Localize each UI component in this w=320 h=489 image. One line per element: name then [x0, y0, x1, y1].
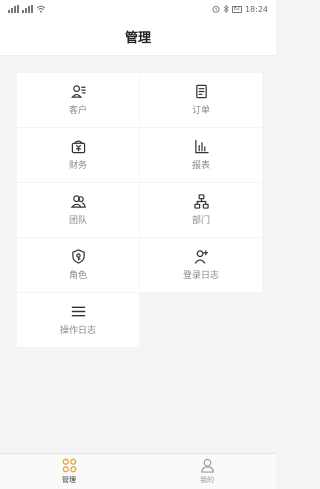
status-bar: 82 18:24 — [0, 0, 276, 18]
status-time: 18:24 — [244, 4, 268, 14]
menu-item-label: 操作日志 — [59, 326, 96, 336]
menu-item-label: 角色 — [68, 271, 87, 281]
role-icon — [71, 249, 85, 264]
menu-item-department[interactable]: 部门 — [140, 183, 262, 237]
menu-item-label: 报表 — [191, 161, 210, 171]
operation-log-icon — [71, 306, 85, 317]
signal-icon — [8, 5, 19, 13]
tab-label: 管理 — [62, 476, 76, 484]
grid-icon — [62, 458, 76, 473]
signal-icon — [22, 5, 33, 13]
main-content: 客户 订单 财务 报表 团队 部门 角色 登录日志 操作日志 — [0, 56, 276, 347]
finance-icon — [71, 140, 85, 154]
menu-item-login-log[interactable]: 登录日志 — [140, 238, 262, 292]
page-title: 管理 — [124, 31, 151, 46]
menu-item-finance[interactable]: 财务 — [17, 128, 139, 182]
menu-item-order[interactable]: 订单 — [140, 73, 262, 127]
menu-grid: 客户 订单 财务 报表 团队 部门 角色 登录日志 操作日志 — [17, 73, 262, 347]
tab-manage[interactable]: 管理 — [0, 454, 138, 489]
status-right: 82 18:24 — [212, 5, 268, 14]
battery-level: 82 — [233, 5, 240, 12]
department-icon — [193, 194, 209, 209]
tab-bar: 管理 我的 — [0, 453, 276, 489]
login-log-icon — [194, 250, 208, 264]
customer-icon — [70, 85, 86, 98]
menu-item-label: 登录日志 — [182, 271, 219, 281]
menu-item-operation-log[interactable]: 操作日志 — [17, 293, 139, 347]
menu-item-label: 订单 — [191, 106, 210, 116]
team-icon — [70, 195, 86, 208]
menu-item-role[interactable]: 角色 — [17, 238, 139, 292]
alarm-icon — [212, 5, 220, 13]
menu-item-label: 财务 — [68, 161, 87, 171]
bluetooth-icon — [223, 5, 229, 13]
menu-item-customer[interactable]: 客户 — [17, 73, 139, 127]
report-icon — [194, 139, 209, 154]
menu-item-label: 团队 — [68, 216, 87, 226]
tab-mine[interactable]: 我的 — [138, 454, 276, 489]
status-left — [8, 5, 46, 13]
menu-item-report[interactable]: 报表 — [140, 128, 262, 182]
menu-item-team[interactable]: 团队 — [17, 183, 139, 237]
menu-item-label: 客户 — [68, 106, 87, 116]
wifi-icon — [36, 5, 46, 13]
menu-item-label: 部门 — [191, 216, 210, 226]
nav-bar: 管理 — [0, 18, 276, 56]
tab-label: 我的 — [200, 476, 214, 484]
user-icon — [200, 458, 214, 473]
battery-icon: 82 — [231, 5, 242, 13]
order-icon — [195, 84, 207, 99]
